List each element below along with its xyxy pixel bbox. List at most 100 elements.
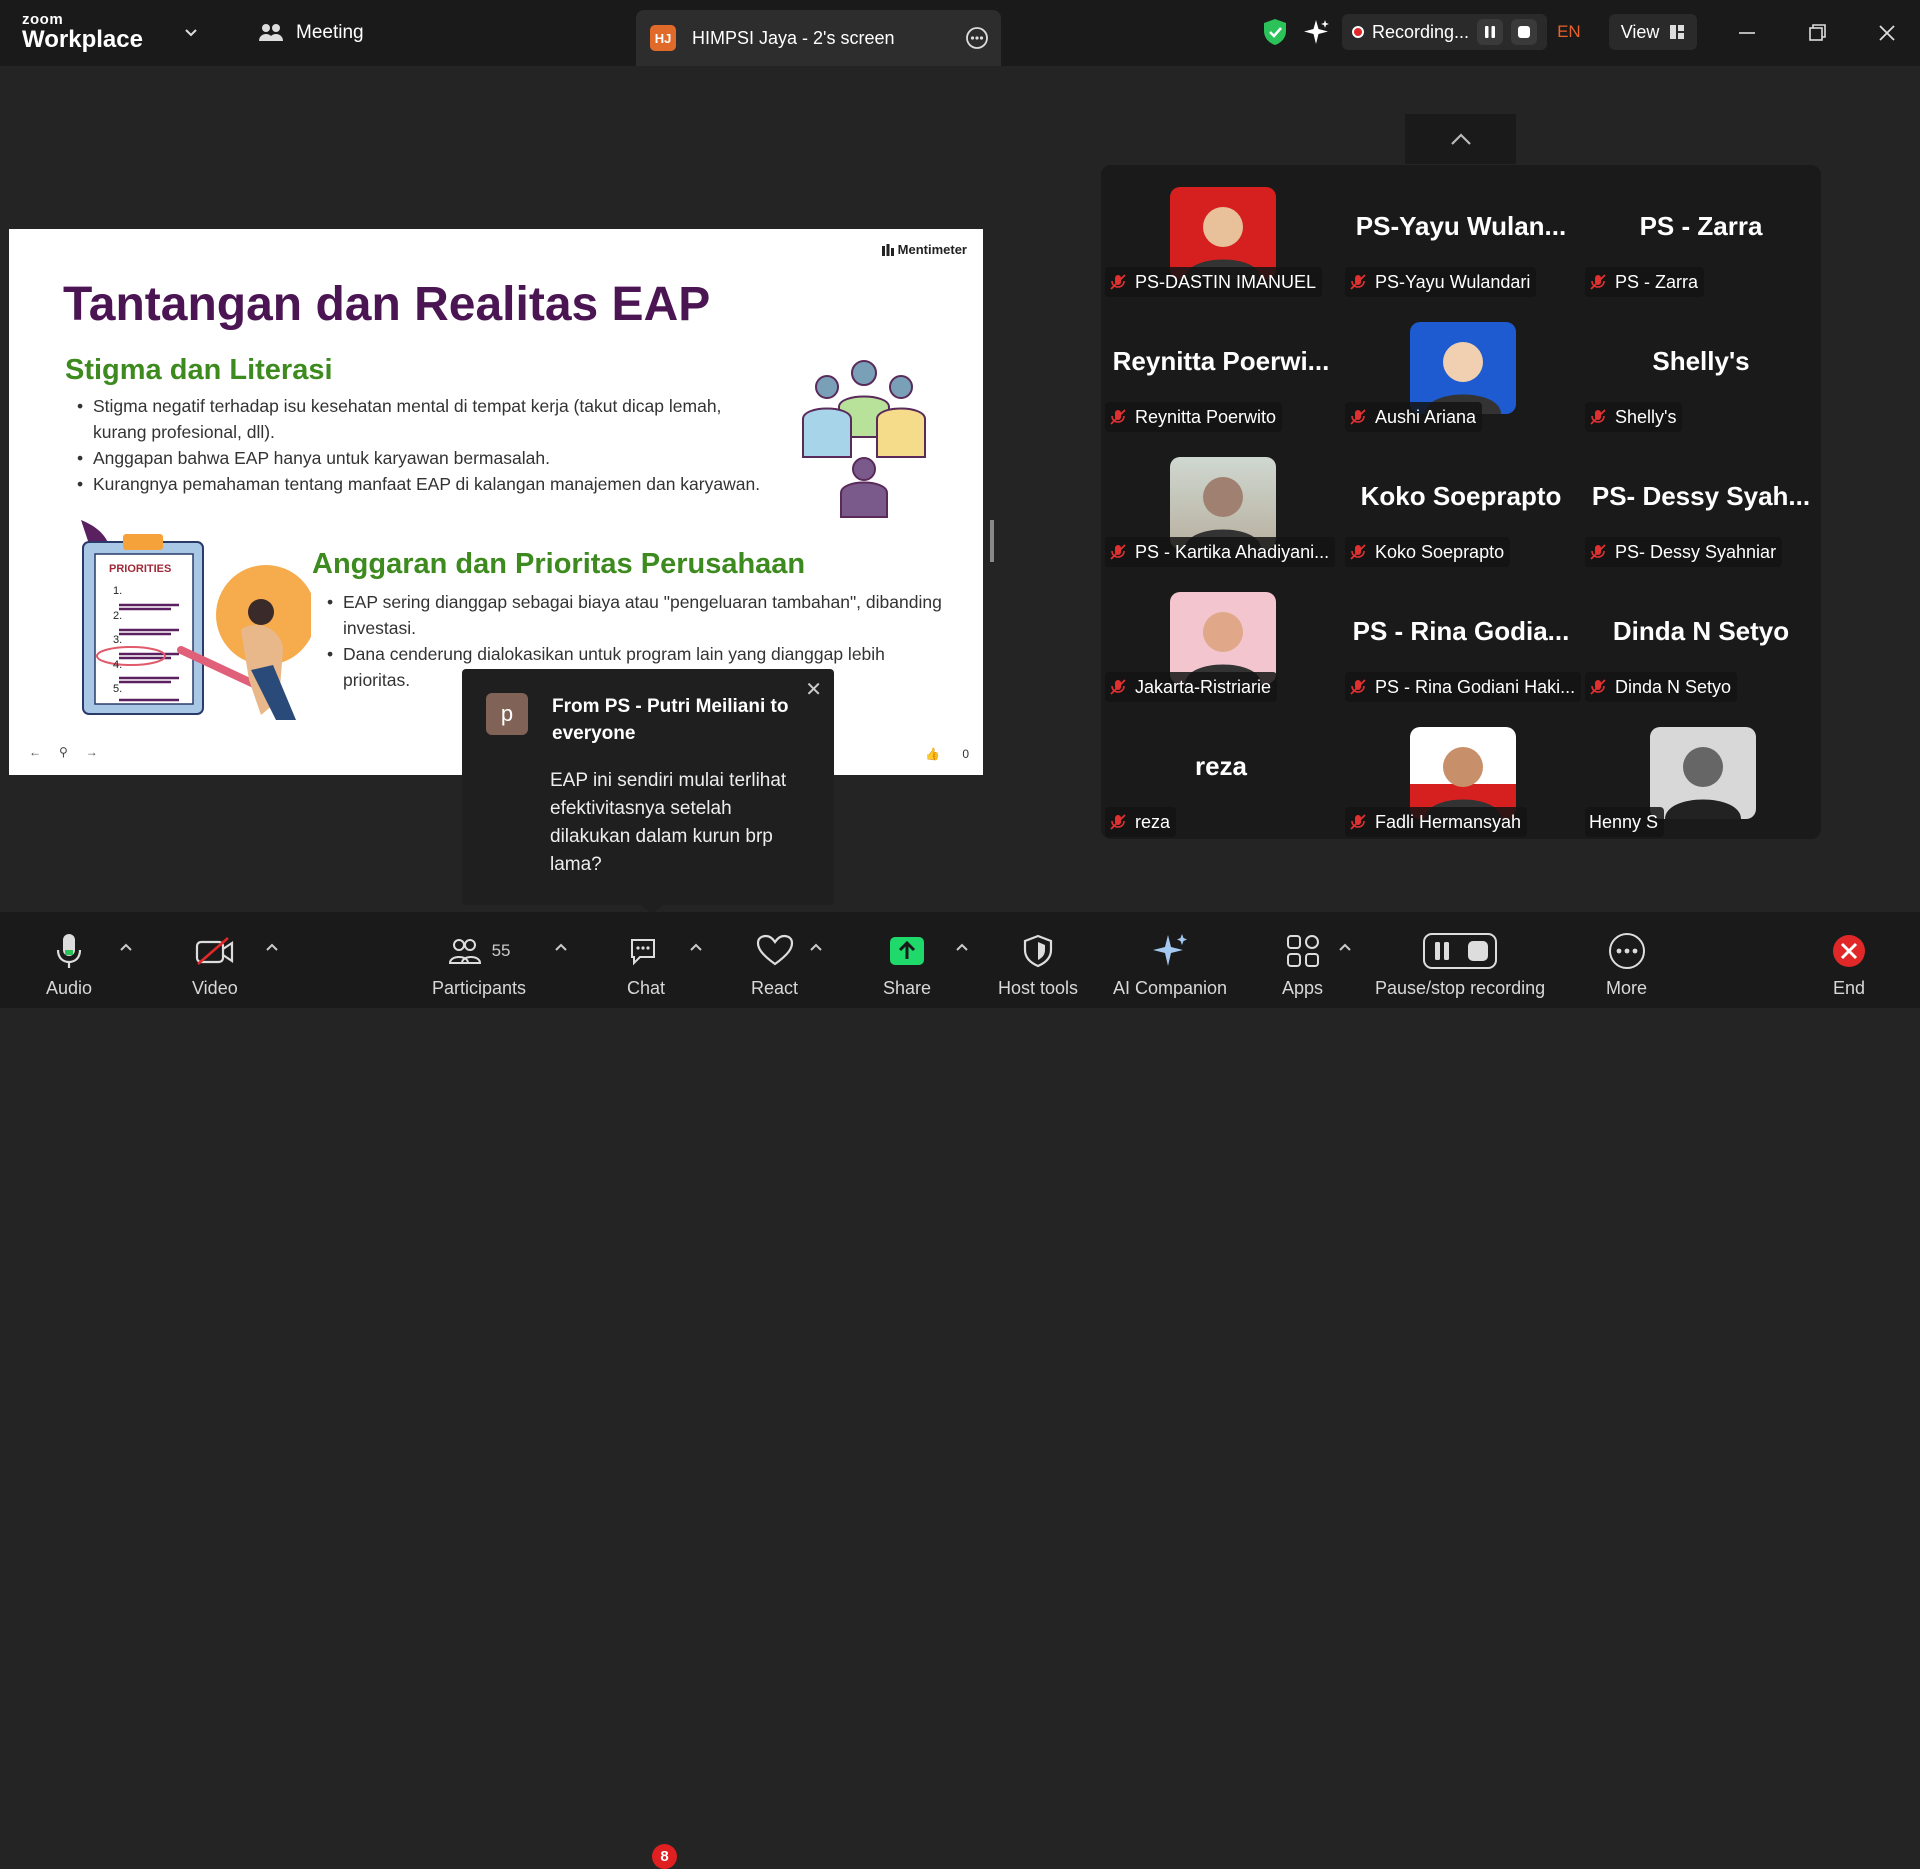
heart-icon: [756, 934, 793, 966]
location-icon[interactable]: ⚲: [59, 745, 68, 759]
participant-tile[interactable]: PS - Kartika Ahadiyani...: [1101, 443, 1341, 578]
thumbs-up-icon[interactable]: 👍: [925, 747, 940, 761]
close-window-icon[interactable]: [1872, 18, 1902, 48]
chevron-down-icon[interactable]: [184, 26, 198, 40]
share-options-caret-icon[interactable]: [955, 942, 969, 952]
bullet: EAP sering dianggap sebagai biaya atau "…: [327, 589, 947, 641]
person-silhouette-icon: [1185, 612, 1261, 684]
participant-name-label: PS- Dessy Syahniar: [1585, 537, 1783, 567]
share-button[interactable]: Share: [883, 932, 931, 999]
shield-check-icon[interactable]: [1262, 18, 1288, 46]
pause-stop-recording-button[interactable]: Pause/stop recording: [1375, 932, 1545, 999]
top-right-controls: Recording... EN View: [1262, 14, 1698, 50]
pause-recording-button[interactable]: [1477, 19, 1504, 45]
participant-video: [1410, 727, 1516, 819]
participant-tile[interactable]: PS- Dessy Syah... PS- Dessy Syahniar: [1581, 443, 1821, 578]
view-button[interactable]: View: [1608, 14, 1698, 50]
react-label: React: [751, 978, 799, 998]
participant-tile[interactable]: PS - Rina Godia... PS - Rina Godiani Haki…: [1341, 578, 1581, 713]
participant-name-label: Koko Soeprapto: [1345, 537, 1511, 567]
participant-name-label: Aushi Ariana: [1345, 402, 1483, 432]
participants-button[interactable]: 55 Participants: [432, 932, 526, 999]
screen-share-tab[interactable]: HJ HIMPSI Jaya - 2's screen: [636, 10, 1001, 66]
participant-tile[interactable]: Shelly's Shelly's: [1581, 308, 1821, 443]
more-options-icon[interactable]: [965, 26, 989, 50]
participants-options-caret-icon[interactable]: [554, 942, 568, 952]
host-tools-button[interactable]: Host tools: [998, 932, 1078, 999]
participant-display-name: PS - Rina Godia...: [1352, 616, 1570, 646]
participant-tile[interactable]: PS-Yayu Wulan... PS-Yayu Wulandari: [1341, 173, 1581, 308]
section2-heading: Anggaran dan Prioritas Perusahaan: [312, 548, 806, 580]
muted-mic-icon: [1590, 679, 1606, 695]
participant-name: Shelly's: [1615, 406, 1677, 427]
participant-tile[interactable]: Fadli Hermansyah: [1341, 713, 1581, 848]
participant-tile[interactable]: Dinda N Setyo Dinda N Setyo: [1581, 578, 1821, 713]
section1-bullets: Stigma negatif terhadap isu kesehatan me…: [77, 393, 777, 497]
participant-name-label: PS-DASTIN IMANUEL: [1105, 267, 1323, 297]
slide-navigation: ← ⚲ →: [29, 745, 98, 759]
participant-tile[interactable]: Aushi Ariana: [1341, 308, 1581, 443]
meeting-label: Meeting: [296, 22, 364, 43]
participant-display-name: PS - Zarra: [1639, 211, 1763, 241]
view-label: View: [1620, 21, 1660, 42]
participants-count: 55: [491, 941, 511, 960]
participant-display-name: Shelly's: [1652, 346, 1750, 376]
participant-video: [1170, 187, 1276, 279]
audio-button[interactable]: Audio: [46, 932, 92, 999]
participant-tile[interactable]: Henny S: [1581, 713, 1821, 848]
end-button[interactable]: End: [1830, 932, 1868, 999]
participant-tile[interactable]: Reynitta Poerwi... Reynitta Poerwito: [1101, 308, 1341, 443]
react-options-caret-icon[interactable]: [809, 942, 823, 952]
participant-tile[interactable]: PS-DASTIN IMANUEL: [1101, 173, 1341, 308]
resize-handle[interactable]: [990, 520, 994, 562]
collapse-gallery-button[interactable]: [1405, 114, 1516, 164]
language-indicator[interactable]: EN: [1557, 22, 1581, 42]
more-label: More: [1606, 978, 1648, 998]
participant-tile[interactable]: reza reza: [1101, 713, 1341, 848]
participant-name-label: Jakarta-Ristriarie: [1105, 672, 1278, 702]
participant-name-label: PS - Kartika Ahadiyani...: [1105, 537, 1336, 567]
participant-gallery: PS-DASTIN IMANUEL PS-Yayu Wulan... PS-Yayu…: [1101, 165, 1821, 839]
muted-mic-icon: [1590, 274, 1606, 290]
person-silhouette-icon: [1425, 747, 1501, 819]
ai-companion-button[interactable]: AI Companion: [1113, 932, 1227, 999]
participant-name-label: PS-Yayu Wulandari: [1345, 267, 1537, 297]
mentimeter-brand: Mentimeter: [881, 242, 967, 257]
participant-name: PS-DASTIN IMANUEL: [1135, 271, 1317, 292]
chat-options-caret-icon[interactable]: [689, 942, 703, 952]
participant-tile[interactable]: Koko Soeprapto Koko Soeprapto: [1341, 443, 1581, 578]
people-illustration-icon: [802, 360, 926, 518]
previous-arrow-icon[interactable]: ←: [29, 745, 41, 759]
chat-button[interactable]: Chat: [627, 932, 665, 999]
bullet: Anggapan bahwa EAP hanya untuk karyawan …: [77, 445, 777, 471]
participant-video: [1170, 592, 1276, 684]
participant-name-label: Henny S: [1585, 807, 1665, 837]
apps-label: Apps: [1282, 978, 1324, 998]
mentimeter-logo-icon: [881, 243, 894, 256]
apps-button[interactable]: Apps: [1282, 932, 1323, 999]
participant-tile[interactable]: Jakarta-Ristriarie: [1101, 578, 1341, 713]
next-arrow-icon[interactable]: →: [86, 745, 98, 759]
muted-mic-icon: [1110, 274, 1126, 290]
participant-display-name: Dinda N Setyo: [1612, 616, 1790, 646]
more-button[interactable]: More: [1606, 932, 1647, 999]
end-label: End: [1832, 978, 1866, 998]
react-button[interactable]: React: [751, 932, 798, 999]
chat-notification[interactable]: p From PS - Putri Meiliani to everyone E…: [462, 669, 834, 915]
video-options-caret-icon[interactable]: [265, 942, 279, 952]
stop-recording-button[interactable]: [1511, 19, 1538, 45]
participant-tile[interactable]: PS - Zarra PS - Zarra: [1581, 173, 1821, 308]
apps-options-caret-icon[interactable]: [1338, 942, 1352, 952]
muted-mic-icon: [1110, 409, 1126, 425]
recording-indicator[interactable]: Recording...: [1342, 14, 1548, 50]
minimize-icon[interactable]: [1732, 18, 1762, 48]
close-icon[interactable]: ✕: [805, 677, 822, 702]
audio-options-caret-icon[interactable]: [119, 942, 133, 952]
participant-display-name: reza: [1194, 751, 1248, 781]
clipboard-heading: PRIORITIES: [109, 563, 172, 575]
restore-icon[interactable]: [1802, 18, 1832, 48]
video-button[interactable]: Video: [192, 932, 238, 999]
meeting-menu[interactable]: Meeting: [258, 22, 364, 44]
sparkle-icon[interactable]: [1304, 19, 1330, 45]
video-off-icon: [195, 937, 233, 965]
